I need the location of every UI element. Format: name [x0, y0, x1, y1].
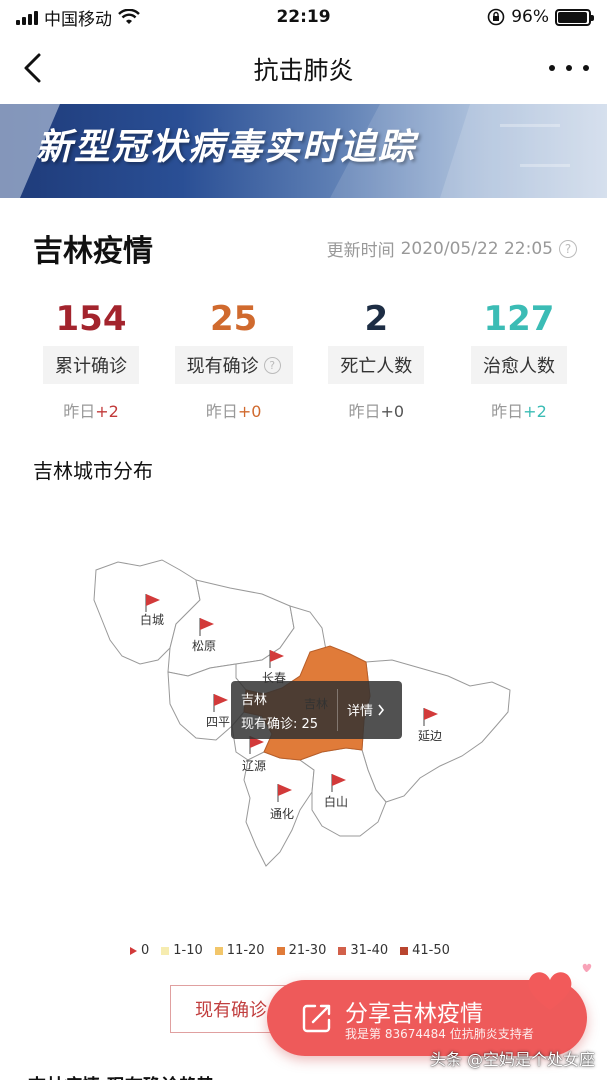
tooltip-city: 吉林	[241, 693, 268, 708]
city-label-songyuan: 松原	[192, 639, 216, 653]
stat-yesterday: 昨日+2	[491, 402, 547, 421]
wifi-icon	[118, 9, 140, 24]
signal-icon	[16, 9, 38, 25]
rotation-lock-icon	[487, 8, 505, 26]
nav-bar: 抗击肺炎	[0, 34, 607, 104]
stat-deaths: 2 死亡人数 昨日+0	[307, 296, 445, 422]
stat-value: 154	[55, 299, 127, 339]
city-label-yanbian: 延边	[418, 729, 442, 743]
legend-item[interactable]: 41-50	[400, 943, 450, 958]
update-label: 更新时间	[326, 241, 395, 261]
stat-total-confirmed: 154 累计确诊 昨日+2	[22, 296, 160, 422]
heart-icon[interactable]	[520, 958, 600, 1018]
banner: 新型冠状病毒实时追踪	[0, 104, 607, 198]
city-label-baicheng: 白城	[140, 612, 164, 627]
city-label-liaoyuan: 辽源	[242, 759, 266, 773]
share-icon	[302, 1004, 331, 1033]
stat-label: 累计确诊	[43, 346, 139, 384]
help-icon[interactable]: ?	[559, 239, 577, 258]
update-timestamp: 2020/05/22 22:05	[400, 238, 553, 259]
back-icon[interactable]	[14, 48, 54, 88]
more-options-button[interactable]	[549, 56, 589, 80]
stat-value: 127	[483, 299, 555, 339]
stat-value: 2	[364, 299, 389, 339]
stat-label: 死亡人数	[328, 346, 425, 384]
stat-yesterday: 昨日+2	[63, 402, 119, 421]
legend-item[interactable]: 21-30	[276, 943, 326, 958]
share-title: 分享吉林疫情	[345, 1001, 483, 1027]
tooltip-detail-link[interactable]: 详情	[347, 700, 385, 719]
stats-row: 154 累计确诊 昨日+2 25 现有确诊? 昨日+0 2 死亡人数 昨日+0 …	[22, 296, 588, 422]
page-title: 抗击肺炎	[253, 56, 354, 85]
city-label-tonghua: 通化	[270, 807, 294, 821]
battery-icon	[555, 8, 594, 26]
legend-item[interactable]: 1-10	[161, 943, 203, 958]
city-distribution-title: 吉林城市分布	[33, 459, 153, 483]
tooltip-value: 现有确诊: 25	[241, 717, 319, 732]
map-legend: 0 1-10 11-20 21-30 31-40 41-50	[130, 943, 450, 958]
flag-icon	[130, 946, 137, 955]
map-tooltip: 吉林 现有确诊: 25 详情	[231, 681, 402, 739]
stat-yesterday: 昨日+0	[205, 402, 262, 421]
update-time: 更新时间 2020/05/22 22:05 ?	[327, 236, 577, 261]
section-title: 吉林疫情	[33, 234, 153, 269]
help-icon[interactable]: ?	[263, 356, 281, 374]
city-label-baishan: 白山	[324, 794, 348, 809]
status-bar: 中国移动 22:19 96%	[0, 0, 607, 34]
share-subtitle: 我是第 83674484 位抗肺炎支持者	[345, 1027, 534, 1041]
chevron-right-icon	[378, 704, 385, 715]
battery-percent: 96%	[511, 7, 549, 27]
legend-item[interactable]: 31-40	[338, 943, 388, 958]
stat-current-confirmed: 25 现有确诊? 昨日+0	[165, 296, 303, 422]
tooltip-divider	[337, 689, 338, 731]
next-section-title: 吉林疫情·现有确诊趋势	[28, 1072, 215, 1080]
city-label-siping: 四平	[206, 715, 230, 729]
banner-title: 新型冠状病毒实时追踪	[36, 127, 417, 168]
stat-recovered: 127 治愈人数 昨日+2	[450, 296, 588, 422]
stat-yesterday: 昨日+0	[348, 402, 405, 421]
stat-label: 治愈人数	[470, 346, 567, 384]
watermark: 头条 @空妈是个处女座	[429, 1050, 595, 1069]
legend-item[interactable]: 11-20	[214, 943, 265, 958]
stat-label: 现有确诊?	[174, 346, 293, 384]
legend-item[interactable]: 0	[130, 943, 149, 958]
stat-value: 25	[209, 299, 258, 339]
carrier-name: 中国移动	[44, 9, 112, 30]
